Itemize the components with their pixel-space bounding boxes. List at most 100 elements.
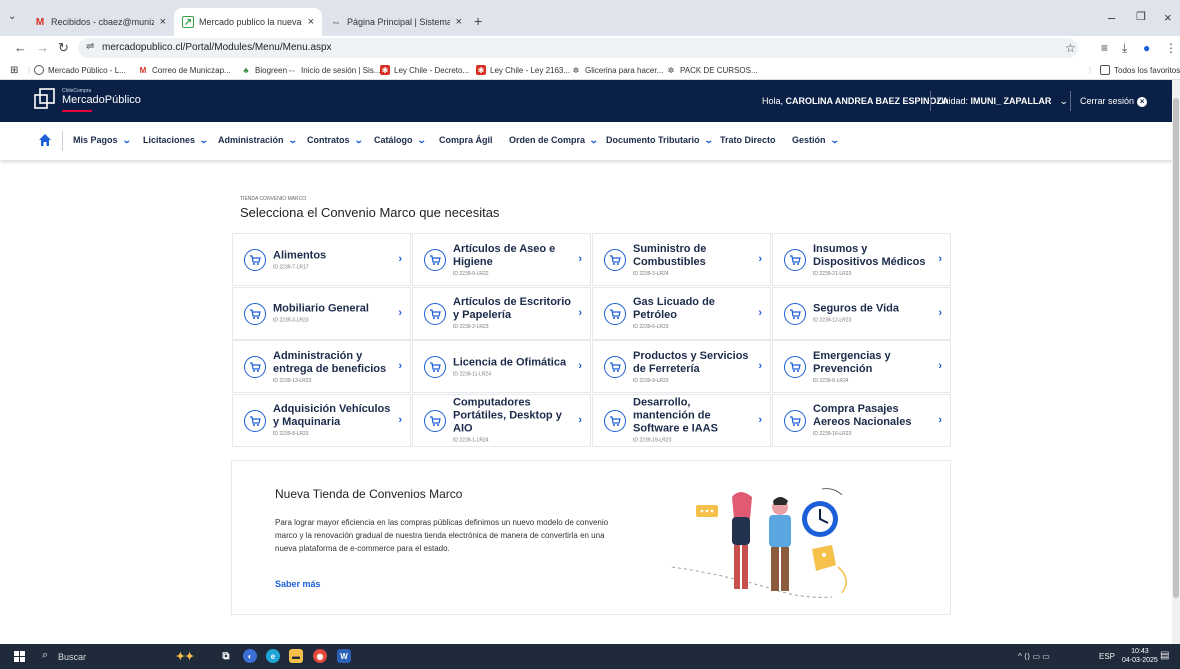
bookmark-item[interactable]: ✱ Ley Chile - Decreto... [380,65,469,75]
notifications-icon[interactable]: ▤ [1160,650,1169,661]
bookmark-item[interactable]: ✱ Ley Chile - Ley 2163... [476,65,570,75]
download-icon[interactable]: ⤓ [1122,41,1127,56]
divider [62,131,63,151]
url-field[interactable]: ⇌ mercadopublico.cl/Portal/Modules/Menu/… [78,38,1078,58]
bookmark-item[interactable]: M Correo de Municzap... [138,65,231,75]
chevron-right-icon: › [938,360,942,372]
window-close-icon[interactable]: × [1164,10,1172,25]
card-text: Compra Pasajes Aereos Nacionales ID 2239-… [813,403,933,437]
close-icon[interactable]: × [456,16,462,28]
unit-selector[interactable]: Unidad: IMUNI_ ZAPALLAR ⌄ [937,96,1069,107]
taskbar-search[interactable]: ⌕ Buscar [40,648,160,665]
file-explorer-icon[interactable]: ▬ [289,649,303,663]
close-icon[interactable]: × [160,16,166,28]
convenio-card[interactable]: Gas Licuado de Petróleo ID 2239-6-LR23 › [592,286,771,340]
gmail-icon: M [139,65,147,75]
reload-icon[interactable]: ↻ [58,40,69,56]
card-name: Administración y entrega de beneficios [273,349,387,375]
divider [1070,91,1071,111]
edge-icon[interactable]: e [266,649,280,663]
tab-sistema-gestion[interactable]: ₘₛ Página Principal | Sistema Gesti × [322,8,470,36]
profile-icon[interactable]: ● [1143,41,1150,55]
home-icon[interactable] [38,133,52,147]
copilot-sparkle-icon[interactable]: ✦✦ [170,649,200,663]
convenio-card[interactable]: Insumos y Dispositivos Médicos ID 2239-21… [772,233,951,286]
minimize-icon[interactable]: – [1108,10,1115,25]
nav-mis-pagos[interactable]: Mis Pagos ⌄ [73,135,131,146]
convenio-card[interactable]: Licencia de Ofimática ID 2239-11-LR24 › [412,340,591,393]
nav-gestion[interactable]: Gestión ⌄ [792,135,839,146]
convenio-card[interactable]: Artículos de Aseo e Higiene ID 2239-9-LR2… [412,233,591,286]
forward-icon[interactable]: → [36,40,49,55]
bookmark-item[interactable]: Mercado Público - L... [34,65,126,75]
card-name: Mobiliario General [273,302,369,315]
site-info-icon[interactable]: ⇌ [86,41,94,52]
new-tab-button[interactable]: + [474,13,482,29]
bookmark-item[interactable]: ✲ PACK DE CURSOS... [666,65,758,75]
convenio-card[interactable]: Seguros de Vida ID 2239-12-LR23 › [772,286,951,340]
convenio-card[interactable]: Mobiliario General ID 2239-3-LR23 › [232,286,411,340]
star-icon[interactable]: ☆ [1065,41,1076,55]
scrollbar-thumb[interactable] [1173,98,1179,598]
bookmark-item[interactable]: ♣ Biogreen [241,65,287,75]
nav-orden-de-compra[interactable]: Orden de Compra ⌄ [509,135,599,146]
nav-licitaciones[interactable]: Licitaciones ⌄ [143,135,209,146]
convenio-card[interactable]: Emergencias y Prevención ID 2239-8-LR24 › [772,340,951,393]
nav-documento-tributario[interactable]: Documento Tributario ⌄ [606,135,713,146]
convenio-card[interactable]: Suministro de Combustibles ID 2239-3-LR24… [592,233,771,286]
card-id: ID 2239-2-LR23 [453,324,489,330]
media-icon[interactable]: ≡ [1101,41,1108,55]
convenio-card[interactable]: Productos y Servicios de Ferretería ID 22… [592,340,771,393]
tab-mercado-publico[interactable]: ↗ Mercado publico la nueva plata × [174,8,322,36]
bookmark-item[interactable]: ✲ Glicerina para hacer... [571,65,664,75]
nav-compra-agil[interactable]: Compra Ágil [439,135,493,145]
leychile-icon: ✱ [476,65,486,75]
card-name: Computadores Portátiles, Desktop y AIO [453,396,562,435]
nav-administracion[interactable]: Administración ⌄ [218,135,297,146]
tab-search-icon[interactable]: ⌄ [8,11,16,22]
windows-start-icon[interactable] [14,651,25,662]
logout-button[interactable]: Cerrar sesión × [1080,96,1148,107]
nav-catalogo[interactable]: Catálogo ⌄ [374,135,426,146]
convenio-card[interactable]: Desarrollo, mantención de Software e IAA… [592,393,771,447]
language-indicator[interactable]: ESP [1099,652,1115,661]
promo-panel: Nueva Tienda de Convenios Marco Para log… [231,460,951,615]
mercadopublico-logo[interactable]: ChileCompra MercadoPúblico [34,86,144,116]
shopping-cart-icon [784,409,806,432]
all-bookmarks[interactable]: Todos los favoritos [1100,65,1180,75]
restore-icon[interactable]: ❐ [1136,10,1146,23]
card-text: Emergencias y Prevención ID 2239-8-LR24 [813,350,933,384]
nav-label: Mis Pagos [73,135,118,145]
nav-trato-directo[interactable]: Trato Directo [720,135,776,145]
card-text: Adquisición Vehículos y Maquinaria ID 223… [273,403,393,437]
convenio-card[interactable]: Alimentos ID 2239-7-LR17 › [232,233,411,286]
saber-mas-link[interactable]: Saber más [275,579,321,589]
tray-icons[interactable]: ^ ⟨⟩ ▭ ▭ [1018,652,1050,661]
nav-label: Gestión [792,135,826,145]
page-scrollbar[interactable] [1172,80,1180,644]
logo-mark-icon [34,88,55,109]
convenio-card[interactable]: Computadores Portátiles, Desktop y AIO ID… [412,393,591,447]
close-icon[interactable]: × [308,16,314,28]
convenio-card[interactable]: Administración y entrega de beneficios ID… [232,340,411,393]
gmail-icon: M [35,16,45,28]
nav-contratos[interactable]: Contratos ⌄ [307,135,363,146]
task-view-icon[interactable]: ⧉ [219,649,233,663]
back-icon[interactable]: ← [14,40,27,55]
openai-icon: ✲ [667,65,675,75]
bookmark-item[interactable]: ₘₛ Inicio de sesión | Sis... [287,65,380,75]
card-id: ID 2239-21-LR23 [813,270,852,277]
convenio-card[interactable]: Compra Pasajes Aereos Nacionales ID 2239-… [772,393,951,447]
chrome-icon[interactable]: ◉ [313,649,327,663]
clock[interactable]: 10:43 04-03-2025 [1122,647,1158,665]
convenio-grid: Alimentos ID 2239-7-LR17 › Artículos de Ase… [232,233,951,447]
tab-gmail[interactable]: M Recibidos - cbaez@munizapallar × [26,8,174,36]
apps-icon[interactable]: ⊞ [10,65,18,76]
convenio-card[interactable]: Adquisición Vehículos y Maquinaria ID 223… [232,393,411,447]
user-name: CAROLINA ANDREA BAEZ ESPINOZA [785,96,949,106]
convenio-card[interactable]: Artículos de Escritorio y Papelería ID 22… [412,286,591,340]
app-icon[interactable]: ◐ [243,649,257,663]
word-icon[interactable]: W [337,649,351,663]
menu-kebab-icon[interactable]: ⋮ [1165,41,1177,55]
card-name: Suministro de Combustibles [633,242,707,268]
